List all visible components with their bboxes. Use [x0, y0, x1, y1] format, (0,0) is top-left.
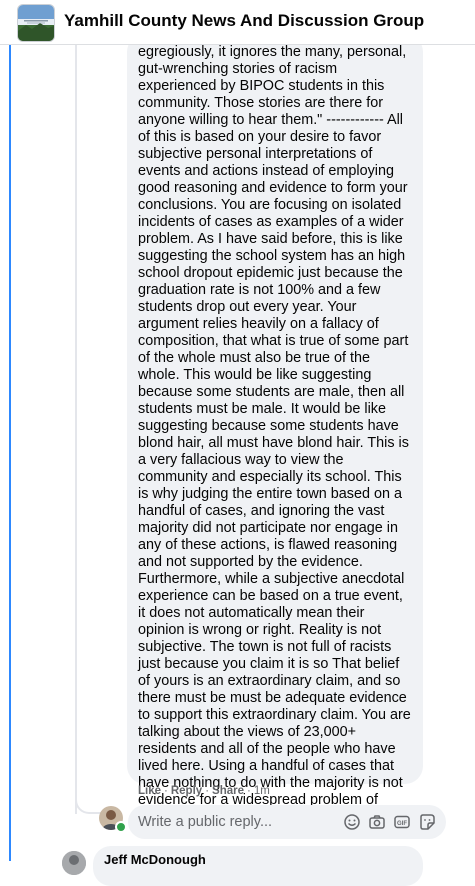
comment-text: egregiously, it ignores the many, person…	[138, 44, 411, 842]
next-comment-avatar[interactable]	[62, 851, 86, 875]
group-cover-thumbnail-icon[interactable]	[17, 4, 55, 42]
like-link[interactable]: Like	[138, 785, 161, 797]
reply-thread-connector	[75, 770, 101, 814]
group-header: Yamhill County News And Discussion Group	[0, 0, 475, 45]
comment-bubble: egregiously, it ignores the many, person…	[127, 34, 423, 842]
reply-toolbar: GIF	[343, 813, 436, 831]
separator-dot: ·	[205, 785, 210, 797]
thread-indicator-line	[9, 44, 11, 861]
svg-text:GIF: GIF	[397, 821, 407, 827]
sticker-icon[interactable]	[418, 813, 436, 831]
next-comment-author[interactable]: Jeff McDonough	[104, 852, 206, 867]
reply-link[interactable]: Reply	[171, 785, 202, 797]
emoji-icon[interactable]	[343, 813, 361, 831]
comment-timestamp[interactable]: 1m	[254, 785, 270, 797]
camera-icon[interactable]	[368, 813, 386, 831]
separator-dot: ·	[164, 785, 168, 797]
reply-composer[interactable]: GIF	[128, 805, 446, 839]
comment-actions: Like · Reply · Share · 1m	[138, 785, 270, 797]
share-link[interactable]: Share	[212, 785, 244, 797]
reply-input[interactable]	[138, 805, 338, 839]
reply-thread-line	[75, 44, 77, 814]
group-title[interactable]: Yamhill County News And Discussion Group	[64, 11, 424, 31]
gif-icon[interactable]: GIF	[393, 813, 411, 831]
online-status-indicator	[115, 821, 127, 833]
separator-dot: ·	[247, 785, 251, 797]
